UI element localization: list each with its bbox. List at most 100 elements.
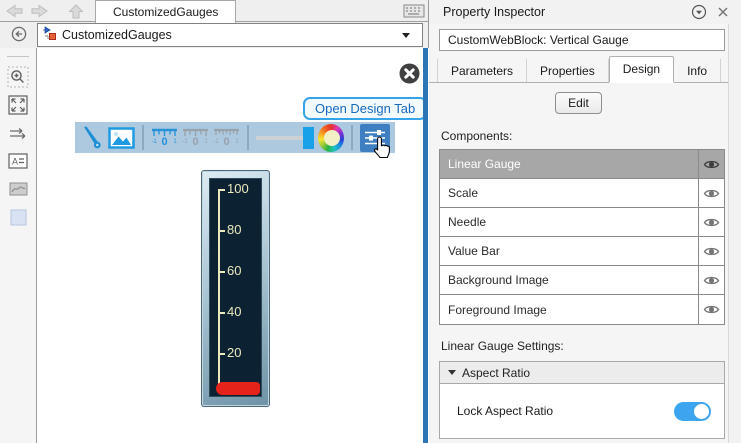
gauge-tick — [218, 230, 225, 232]
gauge-toolbar: 0 -1 1 0 -1 1 0 -1 1 — [75, 122, 395, 158]
svg-text:A: A — [12, 157, 18, 167]
up-arrow-icon[interactable] — [64, 2, 88, 20]
component-row-value-bar[interactable]: Value Bar — [440, 237, 724, 266]
linear-scale-icon[interactable]: 0 -1 1 — [182, 127, 209, 148]
panel-splitter[interactable] — [423, 48, 428, 443]
linear-scale-blue-icon[interactable]: 0 -1 1 — [151, 127, 178, 148]
color-wheel-center — [323, 129, 340, 146]
inspector-title: Property Inspector — [443, 5, 546, 19]
tab-info[interactable]: Info — [674, 59, 722, 82]
inspector-header: Property Inspector — [429, 0, 741, 24]
slider-handle — [302, 126, 314, 149]
slider-icon[interactable] — [255, 125, 314, 151]
aspect-ratio-section: Aspect Ratio Lock Aspect Ratio — [439, 361, 725, 439]
keyboard-icon[interactable] — [403, 4, 425, 21]
scrollbar-gutter[interactable] — [728, 24, 741, 443]
divider — [351, 125, 353, 150]
divider — [142, 125, 144, 150]
gauge-tick-label: 20 — [227, 345, 242, 360]
svg-text:-1: -1 — [213, 139, 219, 145]
component-row-needle[interactable]: Needle — [440, 208, 724, 237]
gauge-tick — [218, 353, 225, 355]
gauge-tick — [218, 189, 225, 191]
signal-routing-icon[interactable] — [6, 121, 30, 145]
gauge-tick-label: 60 — [227, 263, 242, 278]
eye-icon[interactable] — [698, 179, 724, 207]
simulink-window: CustomizedGauges CustomizedGauges A Open… — [0, 0, 741, 443]
breadcrumb[interactable]: CustomizedGauges — [37, 23, 423, 47]
color-wheel-icon[interactable] — [317, 123, 345, 152]
breadcrumb-model-name: CustomizedGauges — [62, 28, 172, 42]
eye-icon[interactable] — [698, 237, 724, 265]
components-label: Components: — [441, 129, 513, 143]
svg-text:0: 0 — [223, 136, 229, 148]
settings-label: Linear Gauge Settings: — [441, 339, 564, 353]
aspect-ratio-section-header[interactable]: Aspect Ratio — [439, 361, 725, 384]
lock-aspect-ratio-toggle[interactable] — [674, 401, 711, 421]
hide-browser-icon[interactable] — [11, 26, 27, 45]
tab-properties[interactable]: Properties — [527, 59, 609, 82]
gauge-scale — [218, 189, 220, 393]
edit-button[interactable]: Edit — [555, 92, 602, 114]
zoom-icon[interactable] — [6, 65, 30, 89]
divider — [246, 125, 249, 150]
model-canvas[interactable]: Open Design Tab 0 -1 1 0 -1 1 0 -1 1 100… — [37, 48, 428, 443]
svg-text:1: 1 — [235, 139, 239, 145]
lock-aspect-ratio-label: Lock Aspect Ratio — [457, 404, 554, 418]
component-row-background-image[interactable]: Background Image — [440, 266, 724, 295]
palette-sidebar: A — [0, 48, 37, 443]
gauge-needle — [216, 382, 260, 395]
back-arrow-icon[interactable] — [2, 2, 26, 20]
chevron-down-icon — [448, 370, 456, 375]
linear-scale-alt-icon[interactable]: 0 -1 1 — [213, 127, 240, 148]
needle-icon[interactable] — [80, 125, 104, 151]
tab-design[interactable]: Design — [608, 56, 675, 83]
svg-text:-1: -1 — [182, 139, 188, 145]
block-name: CustomWebBlock: Vertical Gauge — [439, 29, 725, 51]
area-icon[interactable] — [6, 205, 30, 229]
close-icon[interactable] — [397, 61, 422, 86]
component-row-scale[interactable]: Scale — [440, 179, 724, 208]
image-icon[interactable] — [6, 177, 30, 201]
svg-text:0: 0 — [161, 136, 167, 148]
model-icon — [42, 26, 57, 44]
vertical-gauge-block[interactable]: 100 80 60 40 20 — [201, 170, 270, 407]
hand-cursor-icon — [371, 135, 392, 162]
design-settings-icon[interactable] — [360, 123, 390, 158]
tab-label: CustomizedGauges — [113, 5, 219, 19]
eye-icon[interactable] — [698, 208, 724, 236]
eye-icon[interactable] — [698, 266, 724, 294]
gauge-tick — [218, 271, 225, 273]
property-inspector-panel: Property Inspector CustomWebBlock: Verti… — [429, 0, 741, 443]
svg-text:1: 1 — [204, 139, 208, 145]
gauge-tick-label: 100 — [227, 181, 249, 196]
forward-arrow-icon[interactable] — [28, 2, 52, 20]
annotation-icon[interactable]: A — [6, 149, 30, 173]
eye-icon[interactable] — [698, 295, 724, 324]
fit-to-view-icon[interactable] — [6, 93, 30, 117]
gauge-tick — [218, 312, 225, 314]
svg-text:-1: -1 — [151, 139, 157, 145]
svg-text:1: 1 — [173, 139, 177, 145]
svg-text:0: 0 — [192, 136, 198, 148]
image-icon[interactable] — [108, 126, 135, 149]
open-design-tab-tooltip[interactable]: Open Design Tab — [303, 97, 428, 120]
component-row-linear-gauge[interactable]: Linear Gauge — [440, 150, 724, 179]
tab-parameters[interactable]: Parameters — [437, 59, 528, 82]
gauge-face: 100 80 60 40 20 — [209, 178, 262, 397]
inspector-content: CustomWebBlock: Vertical Gauge Parameter… — [429, 24, 728, 443]
lock-aspect-ratio-row: Lock Aspect Ratio — [439, 384, 725, 439]
gauge-tick-label: 40 — [227, 304, 242, 319]
chevron-down-icon[interactable] — [402, 32, 410, 38]
collapse-panel-icon[interactable] — [691, 4, 707, 23]
eye-icon[interactable] — [698, 150, 724, 178]
component-row-foreground-image[interactable]: Foreground Image — [440, 295, 724, 324]
breadcrumb-row: CustomizedGauges — [0, 22, 429, 48]
slider-track — [255, 135, 306, 140]
close-icon[interactable] — [717, 6, 729, 21]
toggle-knob — [694, 403, 709, 419]
tab-customizedgauges[interactable]: CustomizedGauges — [95, 0, 237, 23]
divider — [7, 56, 29, 57]
components-table: Linear Gauge Scale Needle Value Bar Back… — [439, 149, 725, 325]
gauge-tick-label: 80 — [227, 222, 242, 237]
